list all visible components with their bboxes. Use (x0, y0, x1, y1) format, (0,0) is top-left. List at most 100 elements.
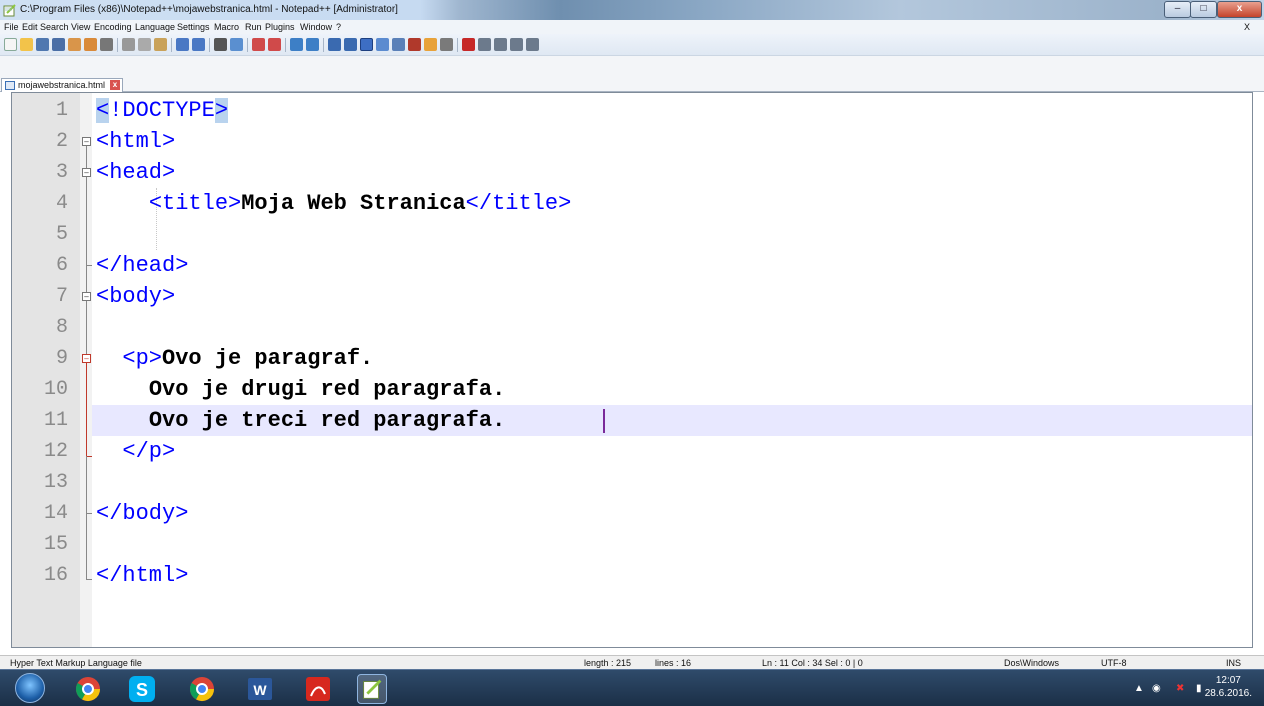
menu-macro[interactable]: Macro (214, 22, 239, 32)
chrome-icon[interactable] (187, 674, 217, 704)
start-button[interactable] (15, 673, 45, 703)
open-file-icon[interactable] (20, 38, 33, 51)
close-file-icon[interactable] (68, 38, 81, 51)
show-all-characters-icon[interactable] (344, 38, 357, 51)
menu-view[interactable]: View (71, 22, 90, 32)
line-number: 6 (55, 254, 68, 277)
line-number: 8 (55, 316, 68, 339)
close-all-icon[interactable] (84, 38, 97, 51)
sync-horizontal-icon[interactable] (306, 38, 319, 51)
status-position: Ln : 11 Col : 34 Sel : 0 | 0 (762, 658, 863, 668)
zoom-out-icon[interactable] (268, 38, 281, 51)
function-list-icon[interactable] (408, 38, 421, 51)
word-icon[interactable]: W (245, 674, 275, 704)
clock[interactable]: 12:07 28.6.2016. (1205, 674, 1252, 700)
notepadpp-taskbar-icon[interactable] (357, 674, 387, 704)
acrobat-icon[interactable] (303, 674, 333, 704)
monitoring-icon[interactable] (440, 38, 453, 51)
menu-file[interactable]: File (4, 22, 19, 32)
code-editor[interactable]: 1 2 3 4 5 6 7 8 9 10 11 12 13 14 15 16 –… (11, 92, 1253, 648)
volume-icon[interactable]: ◉ (1152, 683, 1161, 694)
new-file-icon[interactable] (4, 38, 17, 51)
line-number: 9 (55, 347, 68, 370)
print-icon[interactable] (100, 38, 113, 51)
menu-language[interactable]: Language (135, 22, 175, 32)
line-number: 7 (55, 285, 68, 308)
zoom-in-icon[interactable] (252, 38, 265, 51)
notepadpp-icon (3, 4, 16, 17)
signal-icon[interactable]: ▮ (1196, 683, 1202, 694)
fold-toggle-icon[interactable]: – (82, 354, 91, 363)
menu-run[interactable]: Run (245, 22, 262, 32)
code-line-4: <title>Moja Web Stranica</title> (148, 191, 572, 216)
menu-bar: File Edit Search View Encoding Language … (0, 20, 1264, 34)
svg-text:W: W (253, 682, 267, 698)
code-line-1: <!DOCTYPE> (96, 98, 229, 123)
chrome-icon[interactable] (73, 674, 103, 704)
menu-search[interactable]: Search (40, 22, 69, 32)
system-tray: ▲ ◉ ✖ ▮ 12:07 28.6.2016. (1064, 670, 1264, 706)
menu-window[interactable]: Window (300, 22, 332, 32)
toolbar (0, 34, 1264, 56)
replace-icon[interactable] (230, 38, 243, 51)
run-macro-multiple-icon[interactable] (510, 38, 523, 51)
code-line-9: <p>Ovo je paragraf. (122, 346, 374, 371)
code-line-3: <head> (96, 160, 176, 185)
save-macro-icon[interactable] (526, 38, 539, 51)
close-window-button[interactable]: x (1217, 1, 1262, 18)
fold-toggle-icon[interactable]: – (82, 137, 91, 146)
title-bar: C:\Program Files (x86)\Notepad++\mojaweb… (0, 0, 1264, 20)
tab-label: mojawebstranica.html (18, 80, 106, 90)
status-lines: lines : 16 (655, 658, 692, 668)
line-number: 3 (55, 161, 68, 184)
undo-icon[interactable] (176, 38, 189, 51)
menu-plugins[interactable]: Plugins (265, 22, 295, 32)
minimize-button[interactable]: – (1164, 1, 1191, 18)
word-wrap-icon[interactable] (328, 38, 341, 51)
paste-icon[interactable] (154, 38, 167, 51)
indent-guide-icon[interactable] (360, 38, 373, 51)
line-number: 1 (55, 99, 68, 122)
code-line-12: </p> (122, 439, 176, 464)
find-icon[interactable] (214, 38, 227, 51)
tab-close-icon[interactable]: x (110, 80, 120, 90)
text-caret (603, 409, 605, 433)
menu-help[interactable]: ? (336, 22, 341, 32)
fold-toggle-icon[interactable]: – (82, 292, 91, 301)
code-line-14: </body> (96, 501, 189, 526)
redo-icon[interactable] (192, 38, 205, 51)
sync-vertical-icon[interactable] (290, 38, 303, 51)
play-macro-icon[interactable] (494, 38, 507, 51)
copy-icon[interactable] (138, 38, 151, 51)
svg-text:S: S (136, 680, 148, 700)
save-icon[interactable] (36, 38, 49, 51)
code-line-16: </html> (96, 563, 189, 588)
line-number: 15 (43, 533, 68, 556)
folder-as-workspace-icon[interactable] (424, 38, 437, 51)
cut-icon[interactable] (122, 38, 135, 51)
tab-mojawebstranica[interactable]: mojawebstranica.html x (1, 78, 123, 92)
line-number: 14 (43, 502, 68, 525)
maximize-button[interactable]: □ (1190, 1, 1217, 18)
status-eol: Dos\Windows (1004, 658, 1060, 668)
menu-edit[interactable]: Edit (22, 22, 38, 32)
network-icon[interactable]: ✖ (1176, 683, 1184, 694)
window-title: C:\Program Files (x86)\Notepad++\mojaweb… (20, 4, 398, 15)
show-hidden-icons-icon[interactable]: ▲ (1134, 683, 1144, 694)
file-icon (5, 81, 15, 90)
record-macro-icon[interactable] (462, 38, 475, 51)
close-document-button[interactable]: X (1244, 22, 1250, 32)
windows-taskbar: S W ▲ ◉ ✖ ▮ 12:07 28.6.2016. (0, 669, 1264, 706)
save-all-icon[interactable] (52, 38, 65, 51)
stop-recording-icon[interactable] (478, 38, 491, 51)
menu-encoding[interactable]: Encoding (94, 22, 132, 32)
user-language-icon[interactable] (376, 38, 389, 51)
code-line-7: <body> (96, 284, 176, 309)
skype-icon[interactable]: S (127, 674, 157, 704)
document-map-icon[interactable] (392, 38, 405, 51)
line-number: 11 (43, 409, 68, 432)
menu-settings[interactable]: Settings (177, 22, 210, 32)
code-line-10: Ovo je drugi red paragrafa. (148, 377, 506, 402)
line-number: 10 (43, 378, 68, 401)
fold-toggle-icon[interactable]: – (82, 168, 91, 177)
